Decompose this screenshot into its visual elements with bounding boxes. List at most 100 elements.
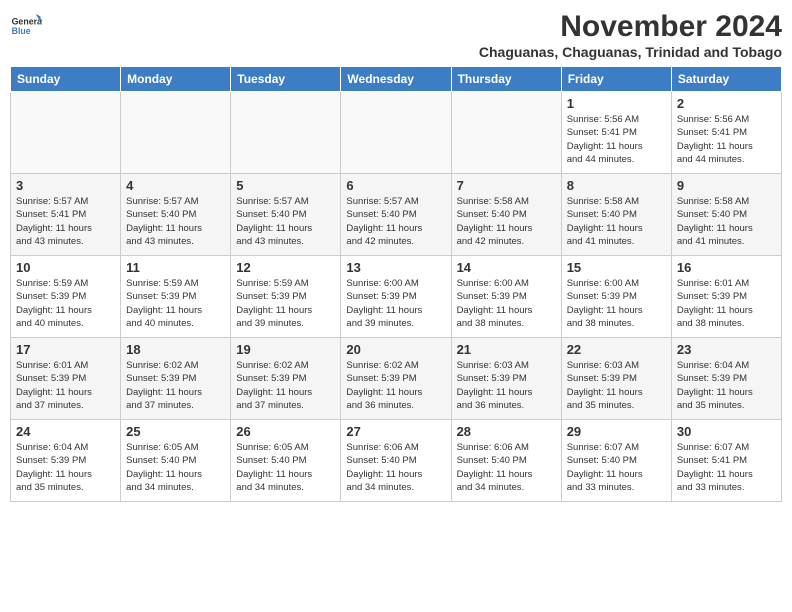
day-number: 18 [126, 342, 225, 357]
week-row-2: 3 Sunrise: 5:57 AM Sunset: 5:41 PM Daylig… [11, 174, 782, 256]
calendar-table: SundayMondayTuesdayWednesdayThursdayFrid… [10, 66, 782, 502]
calendar-cell: 21 Sunrise: 6:03 AM Sunset: 5:39 PM Dayli… [451, 338, 561, 420]
day-info: Sunrise: 6:02 AM Sunset: 5:39 PM Dayligh… [126, 359, 225, 412]
calendar-cell: 5 Sunrise: 5:57 AM Sunset: 5:40 PM Daylig… [231, 174, 341, 256]
calendar-cell: 14 Sunrise: 6:00 AM Sunset: 5:39 PM Dayli… [451, 256, 561, 338]
day-info: Sunrise: 6:05 AM Sunset: 5:40 PM Dayligh… [236, 441, 335, 494]
calendar-cell: 11 Sunrise: 5:59 AM Sunset: 5:39 PM Dayli… [121, 256, 231, 338]
weekday-header-sunday: Sunday [11, 67, 121, 92]
calendar-cell: 28 Sunrise: 6:06 AM Sunset: 5:40 PM Dayli… [451, 420, 561, 502]
weekday-header-saturday: Saturday [671, 67, 781, 92]
day-info: Sunrise: 6:04 AM Sunset: 5:39 PM Dayligh… [16, 441, 115, 494]
calendar-cell: 10 Sunrise: 5:59 AM Sunset: 5:39 PM Dayli… [11, 256, 121, 338]
weekday-header-friday: Friday [561, 67, 671, 92]
calendar-cell: 24 Sunrise: 6:04 AM Sunset: 5:39 PM Dayli… [11, 420, 121, 502]
day-number: 21 [457, 342, 556, 357]
day-info: Sunrise: 5:59 AM Sunset: 5:39 PM Dayligh… [236, 277, 335, 330]
day-info: Sunrise: 5:59 AM Sunset: 5:39 PM Dayligh… [126, 277, 225, 330]
svg-text:Blue: Blue [12, 26, 31, 36]
day-number: 28 [457, 424, 556, 439]
weekday-header-monday: Monday [121, 67, 231, 92]
day-number: 2 [677, 96, 776, 111]
calendar-cell: 6 Sunrise: 5:57 AM Sunset: 5:40 PM Daylig… [341, 174, 451, 256]
day-number: 7 [457, 178, 556, 193]
calendar-cell [121, 92, 231, 174]
day-number: 3 [16, 178, 115, 193]
day-info: Sunrise: 6:02 AM Sunset: 5:39 PM Dayligh… [346, 359, 445, 412]
day-info: Sunrise: 5:56 AM Sunset: 5:41 PM Dayligh… [677, 113, 776, 166]
day-number: 12 [236, 260, 335, 275]
day-number: 1 [567, 96, 666, 111]
calendar-cell: 20Sunrise: 6:02 AM Sunset: 5:39 PM Dayli… [341, 338, 451, 420]
calendar-cell: 2 Sunrise: 5:56 AM Sunset: 5:41 PM Daylig… [671, 92, 781, 174]
day-info: Sunrise: 6:07 AM Sunset: 5:41 PM Dayligh… [677, 441, 776, 494]
calendar-cell: 7 Sunrise: 5:58 AM Sunset: 5:40 PM Daylig… [451, 174, 561, 256]
logo: General Blue [10, 10, 42, 42]
day-number: 4 [126, 178, 225, 193]
day-info: Sunrise: 6:03 AM Sunset: 5:39 PM Dayligh… [457, 359, 556, 412]
day-number: 5 [236, 178, 335, 193]
day-info: Sunrise: 5:58 AM Sunset: 5:40 PM Dayligh… [457, 195, 556, 248]
day-number: 11 [126, 260, 225, 275]
calendar-cell: 1Sunrise: 5:56 AM Sunset: 5:41 PM Daylig… [561, 92, 671, 174]
day-info: Sunrise: 6:00 AM Sunset: 5:39 PM Dayligh… [457, 277, 556, 330]
calendar-cell: 25 Sunrise: 6:05 AM Sunset: 5:40 PM Dayli… [121, 420, 231, 502]
day-number: 24 [16, 424, 115, 439]
calendar-cell: 30Sunrise: 6:07 AM Sunset: 5:41 PM Dayli… [671, 420, 781, 502]
week-row-4: 17Sunrise: 6:01 AM Sunset: 5:39 PM Dayli… [11, 338, 782, 420]
calendar-cell [11, 92, 121, 174]
calendar-cell: 22 Sunrise: 6:03 AM Sunset: 5:39 PM Dayli… [561, 338, 671, 420]
day-number: 29 [567, 424, 666, 439]
day-info: Sunrise: 5:57 AM Sunset: 5:40 PM Dayligh… [236, 195, 335, 248]
day-info: Sunrise: 5:57 AM Sunset: 5:41 PM Dayligh… [16, 195, 115, 248]
day-info: Sunrise: 5:58 AM Sunset: 5:40 PM Dayligh… [677, 195, 776, 248]
svg-text:General: General [12, 16, 42, 26]
calendar-cell: 8Sunrise: 5:58 AM Sunset: 5:40 PM Daylig… [561, 174, 671, 256]
month-title: November 2024 [479, 10, 782, 44]
day-number: 23 [677, 342, 776, 357]
weekday-header-tuesday: Tuesday [231, 67, 341, 92]
day-info: Sunrise: 6:05 AM Sunset: 5:40 PM Dayligh… [126, 441, 225, 494]
day-number: 9 [677, 178, 776, 193]
day-info: Sunrise: 6:06 AM Sunset: 5:40 PM Dayligh… [457, 441, 556, 494]
day-number: 26 [236, 424, 335, 439]
calendar-cell: 13Sunrise: 6:00 AM Sunset: 5:39 PM Dayli… [341, 256, 451, 338]
day-number: 6 [346, 178, 445, 193]
day-number: 15 [567, 260, 666, 275]
day-info: Sunrise: 6:01 AM Sunset: 5:39 PM Dayligh… [16, 359, 115, 412]
week-row-5: 24 Sunrise: 6:04 AM Sunset: 5:39 PM Dayli… [11, 420, 782, 502]
day-info: Sunrise: 6:04 AM Sunset: 5:39 PM Dayligh… [677, 359, 776, 412]
day-info: Sunrise: 6:03 AM Sunset: 5:39 PM Dayligh… [567, 359, 666, 412]
calendar-cell: 4 Sunrise: 5:57 AM Sunset: 5:40 PM Daylig… [121, 174, 231, 256]
calendar-cell: 23 Sunrise: 6:04 AM Sunset: 5:39 PM Dayli… [671, 338, 781, 420]
week-row-3: 10 Sunrise: 5:59 AM Sunset: 5:39 PM Dayli… [11, 256, 782, 338]
weekday-header-wednesday: Wednesday [341, 67, 451, 92]
day-info: Sunrise: 6:01 AM Sunset: 5:39 PM Dayligh… [677, 277, 776, 330]
calendar-cell [451, 92, 561, 174]
day-info: Sunrise: 6:00 AM Sunset: 5:39 PM Dayligh… [346, 277, 445, 330]
day-number: 25 [126, 424, 225, 439]
day-info: Sunrise: 5:57 AM Sunset: 5:40 PM Dayligh… [126, 195, 225, 248]
calendar-cell [341, 92, 451, 174]
day-number: 22 [567, 342, 666, 357]
week-row-1: 1 Sunrise: 5:56 AM Sunset: 5:41 PM Daylig… [11, 92, 782, 174]
title-area: November 2024 Chaguanas, Chaguanas, Trin… [479, 10, 782, 60]
location-subtitle: Chaguanas, Chaguanas, Trinidad and Tobag… [479, 44, 782, 60]
day-number: 10 [16, 260, 115, 275]
day-info: Sunrise: 5:58 AM Sunset: 5:40 PM Dayligh… [567, 195, 666, 248]
calendar-cell: 9 Sunrise: 5:58 AM Sunset: 5:40 PM Daylig… [671, 174, 781, 256]
day-number: 14 [457, 260, 556, 275]
header: General Blue November 2024 Chaguanas, Ch… [10, 10, 782, 60]
weekday-header-thursday: Thursday [451, 67, 561, 92]
calendar-cell: 26 Sunrise: 6:05 AM Sunset: 5:40 PM Dayli… [231, 420, 341, 502]
day-info: Sunrise: 5:57 AM Sunset: 5:40 PM Dayligh… [346, 195, 445, 248]
day-number: 16 [677, 260, 776, 275]
calendar-cell [231, 92, 341, 174]
day-info: Sunrise: 6:07 AM Sunset: 5:40 PM Dayligh… [567, 441, 666, 494]
calendar-cell: 29 Sunrise: 6:07 AM Sunset: 5:40 PM Dayli… [561, 420, 671, 502]
calendar-cell: 19Sunrise: 6:02 AM Sunset: 5:39 PM Dayli… [231, 338, 341, 420]
weekday-header-row: SundayMondayTuesdayWednesdayThursdayFrid… [11, 67, 782, 92]
day-info: Sunrise: 5:59 AM Sunset: 5:39 PM Dayligh… [16, 277, 115, 330]
day-number: 27 [346, 424, 445, 439]
calendar-cell: 3 Sunrise: 5:57 AM Sunset: 5:41 PM Daylig… [11, 174, 121, 256]
